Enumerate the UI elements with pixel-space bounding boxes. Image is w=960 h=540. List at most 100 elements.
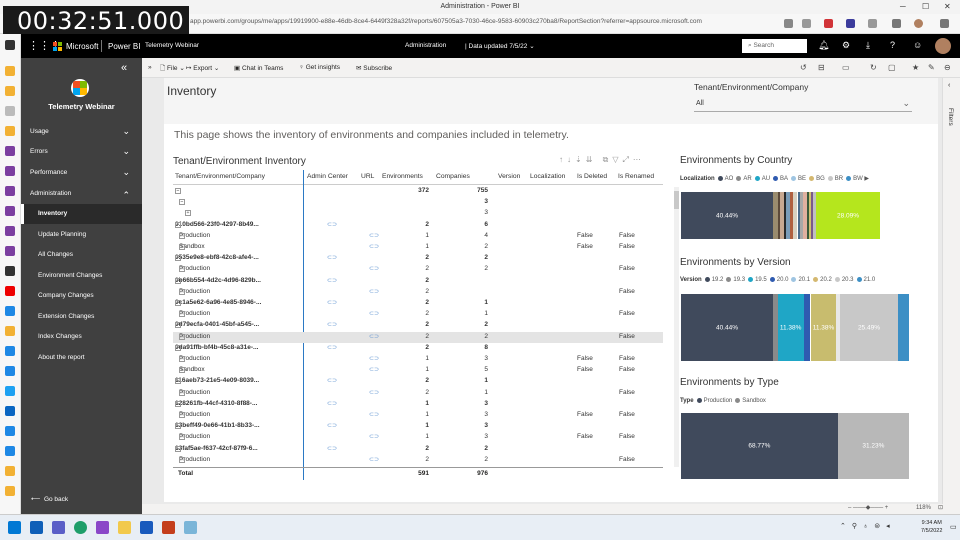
windows-start-icon[interactable]	[8, 521, 21, 534]
url-link-icon[interactable]: ⊂⊃	[369, 232, 379, 239]
table-row[interactable]: + Production ⊂⊃ 2 2 False	[173, 331, 663, 343]
legend-entry[interactable]: 21.0	[864, 277, 876, 283]
version-bar[interactable]: 40.44% 11.38% 11.38% 25.49%	[681, 294, 909, 361]
tab-icon[interactable]	[5, 466, 15, 476]
table-row[interactable]: −128261fb-44cf-4310-8f88-... ⊂⊃ 1 3	[173, 399, 663, 410]
column-header[interactable]: Is Deleted	[577, 173, 607, 180]
extension-icon[interactable]	[846, 19, 855, 28]
system-tray-icons[interactable]: ⌃⚲♁⊜◂	[840, 522, 896, 530]
expand-icon[interactable]: +	[179, 456, 185, 463]
legend-entry[interactable]: 19.3	[733, 277, 745, 283]
tab-icon[interactable]	[5, 246, 15, 256]
word-icon[interactable]	[140, 521, 153, 534]
file-menu[interactable]: 🗋︎ File ⌄	[160, 64, 185, 75]
minimize-icon[interactable]: ─	[900, 2, 906, 11]
expand-icon[interactable]: +	[179, 356, 185, 362]
twitter-icon[interactable]	[5, 386, 15, 396]
expand-icon[interactable]: +	[179, 244, 185, 250]
column-header[interactable]: Environments	[382, 173, 423, 180]
bookmark-icon[interactable]: ⊟	[818, 63, 825, 72]
nav-company-changes[interactable]: Company Changes	[21, 286, 142, 306]
gear-icon[interactable]: ⚙	[842, 40, 850, 51]
bell-icon[interactable]: 🔔︎	[818, 40, 829, 51]
scrollbar[interactable]	[674, 187, 679, 467]
legend-entry[interactable]: 19.5	[755, 277, 767, 283]
legend-entry[interactable]: 19.2	[712, 277, 724, 283]
tab-icon[interactable]	[5, 206, 15, 216]
tab-icon[interactable]	[5, 486, 15, 496]
help-icon[interactable]: ?	[890, 40, 895, 50]
expand-icon[interactable]: +	[185, 210, 191, 217]
expand-icon[interactable]: −	[175, 344, 181, 351]
expand-icon[interactable]: +	[179, 434, 185, 441]
url-link-icon[interactable]: ⊂⊃	[369, 265, 379, 272]
expand-icon[interactable]: +	[179, 232, 185, 239]
column-header[interactable]: Tenant/Environment/Company	[175, 173, 265, 180]
table-row[interactable]: + Production ⊂⊃ 2 False	[173, 287, 663, 298]
column-header[interactable]: Admin Center	[307, 173, 348, 180]
edit-icon[interactable]: ✎	[928, 63, 935, 72]
chat-in-teams-button[interactable]: ▣ Chat in Teams	[234, 64, 283, 72]
url-link-icon[interactable]: ⊂⊃	[369, 389, 379, 396]
file-explorer-icon[interactable]	[118, 521, 131, 534]
collapse-nav-icon[interactable]: «	[121, 62, 127, 74]
url-link-icon[interactable]: ⊂⊃	[369, 288, 379, 295]
expand-icon[interactable]: +	[179, 311, 185, 318]
table-row[interactable]: −13beff49-0e66-41b1-8b33-... ⊂⊃ 1 3	[173, 421, 663, 432]
collections-icon[interactable]	[892, 19, 901, 28]
legend-entry[interactable]: BR	[835, 176, 843, 182]
comment-icon[interactable]: ▢	[888, 63, 896, 72]
powerpoint-icon[interactable]	[162, 521, 175, 534]
tab-icon[interactable]	[5, 40, 15, 50]
expand-icon[interactable]: −	[175, 400, 181, 407]
more-icon[interactable]	[940, 19, 949, 28]
column-header[interactable]: URL	[361, 173, 374, 180]
country-bar[interactable]: 40.44% 28.09%	[681, 192, 909, 239]
column-header[interactable]: Is Renamed	[618, 173, 654, 180]
tab-icon[interactable]	[5, 306, 15, 316]
expand-icon[interactable]: −	[175, 255, 181, 262]
table-row[interactable]: −0535e9e8-ebf8-42c8-afe4-... ⊂⊃ 2 2	[173, 253, 663, 264]
admin-link-icon[interactable]: ⊂⊃	[327, 445, 337, 452]
nav-update-planning[interactable]: Update Planning	[21, 225, 142, 245]
nav-all-changes[interactable]: All Changes	[21, 245, 142, 265]
teams-icon[interactable]	[52, 521, 65, 534]
tab-icon[interactable]	[5, 86, 15, 96]
export-menu[interactable]: ↦ Export ⌄	[186, 64, 219, 72]
url-link-icon[interactable]: ⊂⊃	[369, 310, 379, 317]
visual-header-icons[interactable]: ↑↓⇣⇊ ⧉▽⤢⋯	[559, 155, 645, 165]
column-header[interactable]: Version	[498, 173, 520, 180]
table-row[interactable]: + Production ⊂⊃ 1 3 False False	[173, 410, 663, 421]
tab-icon[interactable]	[5, 326, 15, 336]
tab-icon[interactable]	[5, 146, 15, 156]
visual-studio-icon[interactable]	[96, 521, 109, 534]
nav-environment-changes[interactable]: Environment Changes	[21, 266, 142, 286]
admin-link-icon[interactable]: ⊂⊃	[327, 344, 337, 351]
table-row[interactable]: −0da91ffb-bf4b-45c8-a31e-... ⊂⊃ 2 8	[173, 343, 663, 354]
bar-segment[interactable]: 40.44%	[681, 192, 774, 239]
favorite-icon[interactable]	[802, 19, 811, 28]
expand-icon[interactable]: +	[179, 288, 185, 295]
scrollbar-thumb[interactable]	[674, 191, 679, 209]
read-aloud-icon[interactable]	[784, 19, 793, 28]
table-row[interactable]: + Sandbox ⊂⊃ 1 5 False False	[173, 365, 663, 376]
table-row[interactable]: + Production ⊂⊃ 2 2 False	[173, 264, 663, 275]
admin-link-icon[interactable]: ⊂⊃	[327, 422, 337, 429]
expand-icon[interactable]: +	[179, 266, 185, 273]
go-back-button[interactable]: ⟵ Go back	[31, 495, 68, 503]
profile-icon[interactable]	[914, 19, 923, 28]
legend-entry[interactable]: BW	[853, 176, 863, 182]
expand-icon[interactable]: −	[175, 445, 181, 452]
bar-segment[interactable]: 11.38%	[810, 294, 837, 361]
bar-segment[interactable]: 40.44%	[681, 294, 774, 361]
url-link-icon[interactable]: ⊂⊃	[369, 355, 379, 362]
tab-icon[interactable]	[5, 66, 15, 76]
table-row[interactable]: + Production ⊂⊃ 2 2 False	[173, 455, 663, 466]
nav-index-changes[interactable]: Index Changes	[21, 327, 142, 347]
nav-inventory[interactable]: Inventory	[21, 204, 142, 224]
chevron-left-icon[interactable]: ‹	[948, 82, 950, 89]
legend-entry[interactable]: Sandbox	[742, 398, 766, 404]
tab-icon[interactable]	[5, 426, 15, 436]
expand-icon[interactable]: +	[179, 389, 185, 396]
subscribe-button[interactable]: ✉ Subscribe	[356, 64, 392, 72]
